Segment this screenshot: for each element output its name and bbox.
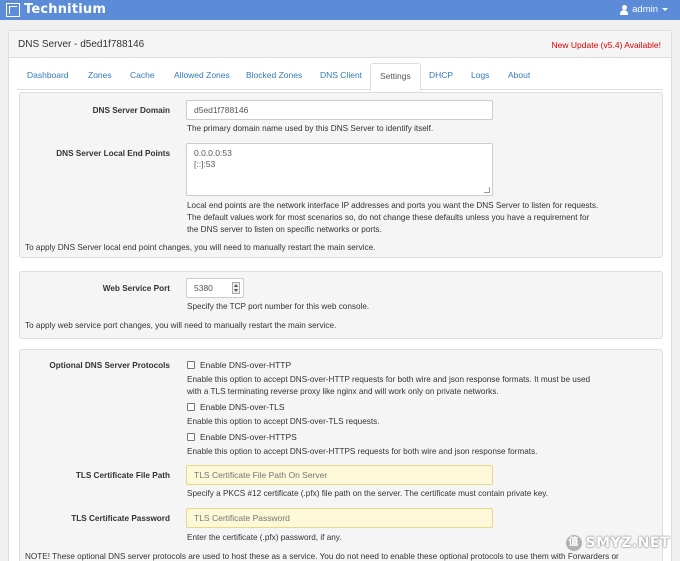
tls-cert-path-help: Specify a PKCS #12 certificate (.pfx) fi… — [187, 489, 549, 498]
dns-over-tls-checkbox[interactable]: Enable DNS-over-TLS — [187, 402, 285, 412]
tab-logs[interactable]: Logs — [471, 70, 489, 80]
dns-over-http-checkbox[interactable]: Enable DNS-over-HTTP — [187, 360, 291, 370]
dns-over-https-help: Enable this option to accept DNS-over-HT… — [187, 447, 538, 456]
dns-over-tls-help: Enable this option to accept DNS-over-TL… — [187, 417, 380, 426]
site-watermark: 值 SMYZ.NET — [565, 535, 670, 551]
optional-protocols-note: NOTE! These optional DNS server protocol… — [25, 552, 619, 561]
tls-cert-password-label: TLS Certificate Password — [71, 514, 170, 523]
dns-over-http-label: Enable DNS-over-HTTP — [200, 360, 292, 370]
optional-protocols-section: Optional DNS Server Protocols Enable DNS… — [19, 349, 663, 561]
tab-about[interactable]: About — [508, 70, 530, 80]
end-point-line-2: [::]:53 — [194, 159, 216, 169]
web-service-port-input[interactable]: 5380 — [186, 278, 244, 298]
dns-server-domain-label: DNS Server Domain — [92, 106, 170, 115]
update-available-link[interactable]: New Update (v5.4) Available! — [552, 40, 661, 50]
top-navbar: Technitium admin — [0, 0, 680, 20]
local-end-points-note: To apply DNS Server local end point chan… — [25, 243, 376, 252]
tab-dns-client[interactable]: DNS Client — [320, 70, 362, 80]
tab-blocked-zones[interactable]: Blocked Zones — [246, 70, 302, 80]
local-end-points-label: DNS Server Local End Points — [56, 149, 170, 158]
page-title: DNS Server - d5ed1f788146 — [18, 39, 145, 50]
tls-cert-path-label: TLS Certificate File Path — [75, 471, 170, 480]
caret-down-icon — [662, 8, 668, 11]
checkbox-icon[interactable] — [187, 433, 195, 441]
checkbox-icon[interactable] — [187, 361, 195, 369]
dns-server-domain-help: The primary domain name used by this DNS… — [187, 124, 434, 133]
user-icon — [620, 4, 629, 15]
local-end-points-help-3: the DNS server to listen on specific net… — [187, 225, 382, 234]
tab-zones[interactable]: Zones — [88, 70, 112, 80]
web-service-port-note: To apply web service port changes, you w… — [25, 321, 337, 330]
panel-header: DNS Server - d5ed1f788146 New Update (v5… — [9, 31, 671, 58]
tls-cert-path-input[interactable] — [186, 465, 493, 485]
tab-cache[interactable]: Cache — [130, 70, 155, 80]
dns-over-https-label: Enable DNS-over-HTTPS — [200, 432, 297, 442]
dns-over-https-checkbox[interactable]: Enable DNS-over-HTTPS — [187, 432, 297, 442]
end-point-line-1: 0.0.0.0:53 — [194, 148, 232, 158]
tls-cert-password-input[interactable] — [186, 508, 493, 528]
brand[interactable]: Technitium — [6, 2, 106, 17]
optional-protocols-label: Optional DNS Server Protocols — [49, 361, 170, 370]
dns-server-settings-section: DNS Server Domain The primary domain nam… — [19, 92, 663, 258]
dns-over-http-help-2: with a TLS terminating reverse proxy lik… — [187, 387, 499, 396]
resize-grip-icon[interactable] — [484, 187, 490, 193]
local-end-points-textarea[interactable]: 0.0.0.0:53 [::]:53 — [186, 143, 493, 196]
web-service-section: Web Service Port 5380 Specify the TCP po… — [19, 271, 663, 339]
local-end-points-help-2: The default values work for most scenari… — [187, 213, 590, 222]
technitium-logo-icon — [6, 2, 20, 17]
user-name: admin — [632, 4, 658, 15]
watermark-text: SMYZ.NET — [585, 535, 670, 551]
checkbox-icon[interactable] — [187, 403, 195, 411]
watermark-logo-icon: 值 — [565, 535, 582, 551]
tab-settings[interactable]: Settings — [370, 63, 421, 91]
main-panel: DNS Server - d5ed1f788146 New Update (v5… — [8, 30, 672, 561]
brand-name: Technitium — [24, 2, 107, 17]
local-end-points-help-1: Local end points are the network interfa… — [187, 201, 599, 210]
dns-over-tls-label: Enable DNS-over-TLS — [200, 402, 285, 412]
tab-dhcp[interactable]: DHCP — [429, 70, 453, 80]
tab-bar: Dashboard Zones Cache Allowed Zones Bloc… — [17, 63, 663, 91]
web-service-port-value: 5380 — [194, 283, 213, 293]
port-spinner-icon[interactable] — [232, 282, 240, 294]
dns-over-http-help-1: Enable this option to accept DNS-over-HT… — [187, 375, 591, 384]
tls-cert-password-help: Enter the certificate (.pfx) password, i… — [187, 533, 342, 542]
tab-dashboard[interactable]: Dashboard — [27, 70, 69, 80]
user-menu[interactable]: admin — [620, 4, 668, 15]
dns-server-domain-input[interactable] — [186, 100, 493, 120]
web-service-port-help: Specify the TCP port number for this web… — [187, 302, 370, 311]
tab-allowed-zones[interactable]: Allowed Zones — [174, 70, 230, 80]
web-service-port-label: Web Service Port — [102, 284, 170, 293]
